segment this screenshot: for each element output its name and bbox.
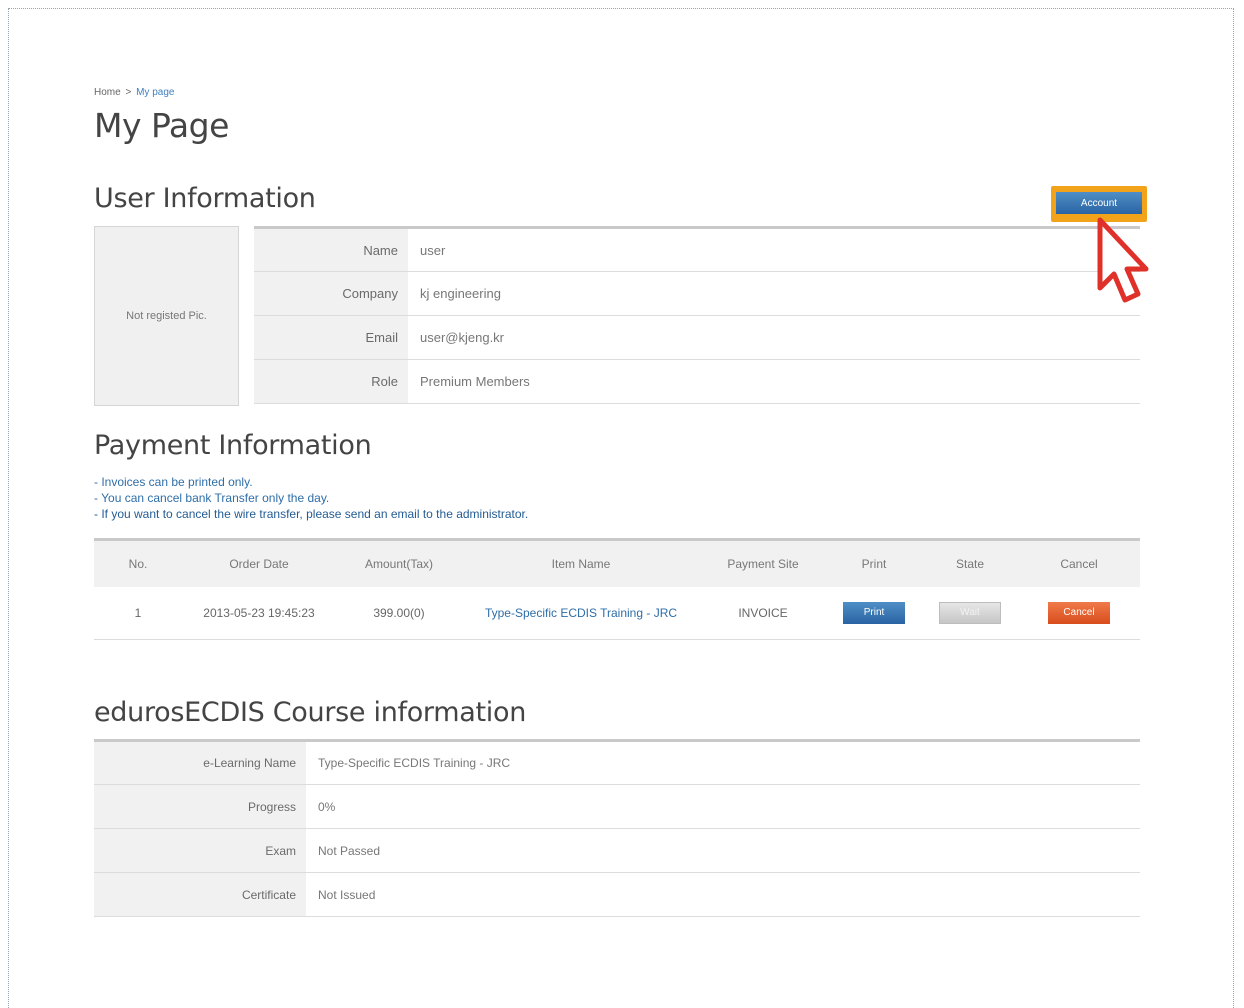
payment-table: No. Order Date Amount(Tax) Item Name Pay… — [94, 538, 1140, 640]
course-row-elearning-name: e-Learning Name Type-Specific ECDIS Trai… — [94, 740, 1140, 785]
print-cell: Print — [826, 587, 922, 640]
state-cell: Wait — [922, 587, 1018, 640]
column-header-state: State — [955, 556, 985, 571]
column-header-item-name: Item Name — [551, 556, 611, 571]
course-information-title: edurosECDIS Course information — [94, 697, 527, 728]
payment-table-header: No. Order Date Amount(Tax) Item Name Pay… — [94, 539, 1140, 587]
course-row-label: Certificate — [94, 872, 306, 917]
column-header-cancel: Cancel — [1060, 556, 1098, 571]
user-information-title: User Information — [94, 183, 316, 214]
course-info-table: e-Learning Name Type-Specific ECDIS Trai… — [94, 739, 1140, 917]
payment-note: - You can cancel bank Transfer only the … — [94, 491, 330, 505]
profile-photo-placeholder: Not registed Pic. — [94, 226, 239, 406]
payment-no: 1 — [134, 605, 142, 620]
course-row-exam: Exam Not Passed — [94, 828, 1140, 873]
user-company-value: kj engineering — [420, 286, 501, 301]
column-header-payment-site: Payment Site — [727, 556, 799, 571]
course-row-label: e-Learning Name — [94, 740, 306, 785]
payment-information-title: Payment Information — [94, 430, 372, 461]
payment-order-date: 2013-05-23 19:45:23 — [203, 605, 315, 620]
pointer-cursor-icon — [1097, 217, 1149, 303]
course-row-label: Exam — [94, 828, 306, 873]
user-row-label: Role — [254, 359, 408, 404]
column-header-amount: Amount(Tax) — [364, 556, 434, 571]
payment-notes: - Invoices can be printed only. - You ca… — [94, 474, 528, 522]
payment-amount: 399.00(0) — [373, 605, 425, 620]
payment-note: - If you want to cancel the wire transfe… — [94, 507, 529, 521]
page-title: My Page — [94, 106, 229, 145]
breadcrumb-separator: > — [125, 87, 132, 98]
column-header-order-date: Order Date — [229, 556, 289, 571]
payment-site: INVOICE — [738, 605, 788, 620]
user-row-role: Role Premium Members — [254, 359, 1140, 404]
course-row-certificate: Certificate Not Issued — [94, 872, 1140, 917]
course-certificate-value: Not Issued — [318, 887, 376, 902]
table-row: 1 2013-05-23 19:45:23 399.00(0) Type-Spe… — [94, 587, 1140, 640]
user-row-label: Email — [254, 315, 408, 360]
state-button[interactable]: Wait — [939, 601, 1001, 624]
course-progress-value: 0% — [318, 799, 336, 814]
column-header-print: Print — [861, 556, 887, 571]
user-name-value: user — [420, 242, 446, 258]
payment-item-name-link[interactable]: Type-Specific ECDIS Training - JRC — [462, 587, 700, 640]
course-row-progress: Progress 0% — [94, 784, 1140, 829]
column-header-no: No. — [128, 556, 148, 571]
user-info-table: Name user Company kj engineering Email u… — [254, 226, 1140, 404]
breadcrumb: Home > My page — [94, 87, 174, 98]
user-row-name: Name user — [254, 227, 1140, 272]
breadcrumb-current[interactable]: My page — [136, 87, 174, 98]
course-exam-value: Not Passed — [318, 843, 381, 858]
print-button[interactable]: Print — [843, 601, 905, 624]
user-row-label: Company — [254, 271, 408, 316]
user-email-value: user@kjeng.kr — [420, 330, 505, 345]
cancel-cell: Cancel — [1018, 587, 1140, 640]
course-row-label: Progress — [94, 784, 306, 829]
user-row-email: Email user@kjeng.kr — [254, 315, 1140, 360]
account-button[interactable]: Account — [1056, 192, 1142, 214]
user-role-value: Premium Members — [420, 374, 530, 389]
breadcrumb-home[interactable]: Home — [94, 87, 121, 98]
photo-placeholder-text: Not registed Pic. — [126, 310, 207, 322]
user-row-label: Name — [254, 227, 408, 272]
course-elearning-name-value: Type-Specific ECDIS Training - JRC — [318, 756, 511, 770]
user-row-company: Company kj engineering — [254, 271, 1140, 316]
cancel-button[interactable]: Cancel — [1048, 601, 1110, 624]
payment-note: - Invoices can be printed only. — [94, 475, 253, 489]
